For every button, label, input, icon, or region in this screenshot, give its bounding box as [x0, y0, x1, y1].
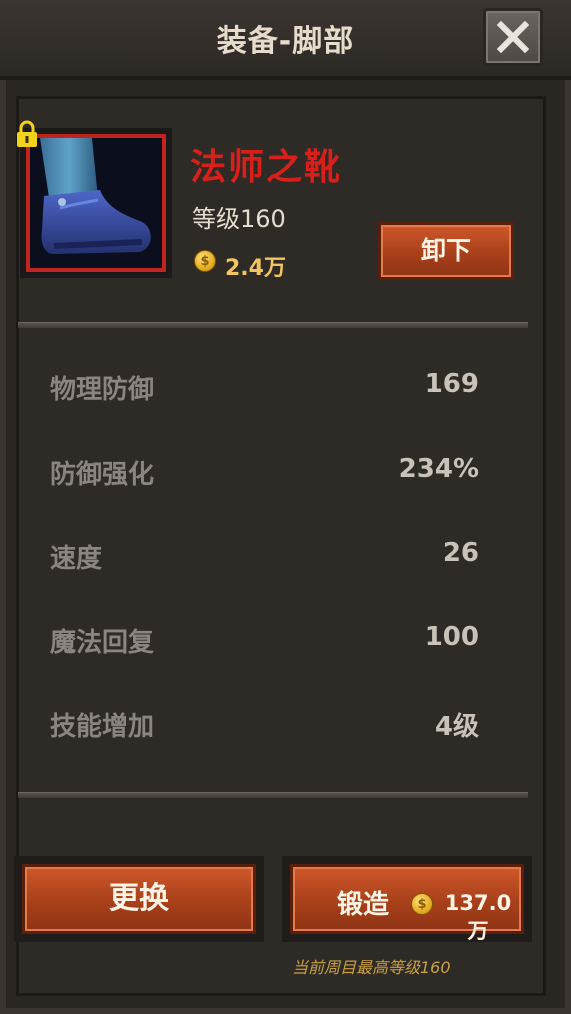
unequip-button[interactable]: 卸下: [378, 222, 514, 280]
stat-name: 防御强化: [50, 460, 155, 490]
close-button[interactable]: [483, 8, 543, 66]
swap-button[interactable]: 更换: [22, 864, 256, 934]
stat-value: 100: [424, 622, 479, 652]
forge-button[interactable]: 锻造 $ 137.0万: [290, 864, 524, 943]
title-bar: 装备-脚部: [0, 0, 571, 80]
boot-icon: [30, 138, 162, 268]
item-image-frame: [26, 134, 166, 272]
stat-value: 26: [442, 538, 479, 568]
stat-name: 魔法回复: [50, 628, 155, 658]
stat-value: 169: [424, 369, 479, 399]
item-price: 2.4万: [225, 256, 286, 281]
stat-value: 4级: [434, 712, 479, 742]
item-slot[interactable]: [20, 128, 172, 278]
max-level-note: 当前周目最高等级160: [292, 958, 451, 977]
forge-label: 锻造: [337, 890, 390, 920]
lock-icon: [17, 120, 37, 147]
item-name: 法师之靴: [190, 147, 343, 188]
forge-cost: 137.0万: [444, 891, 512, 943]
stat-value: 234%: [398, 454, 479, 484]
item-level: 等级160: [192, 205, 286, 233]
stat-name: 速度: [50, 544, 103, 574]
divider: [18, 792, 528, 798]
divider: [18, 322, 528, 328]
coin-icon: $: [411, 893, 433, 915]
close-icon: [496, 20, 530, 54]
stat-name: 技能增加: [50, 712, 155, 742]
coin-icon: $: [194, 250, 216, 272]
stat-name: 物理防御: [50, 375, 155, 405]
